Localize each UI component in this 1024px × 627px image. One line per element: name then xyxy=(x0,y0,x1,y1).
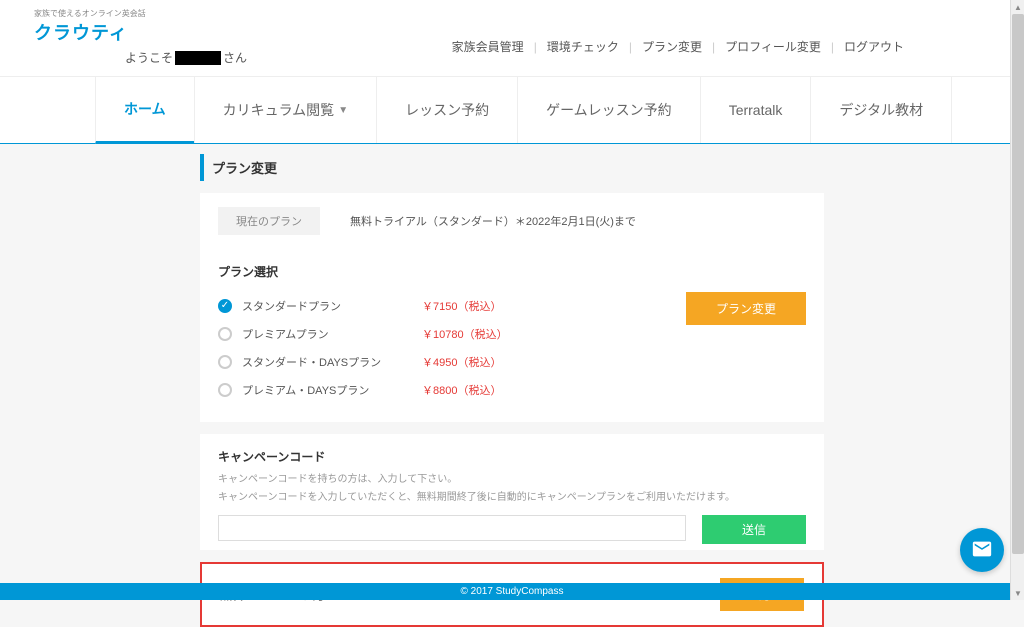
radio-checked-icon[interactable] xyxy=(218,299,232,313)
link-logout[interactable]: ログアウト xyxy=(834,38,914,55)
radio-icon[interactable] xyxy=(218,383,232,397)
campaign-note-2: キャンペーンコードを入力していただくと、無料期間終了後に自動的にキャンペーンプラ… xyxy=(218,489,806,507)
tab-label: ゲームレッスン予約 xyxy=(546,100,672,120)
campaign-submit-button[interactable]: 送信 xyxy=(702,515,806,544)
logo-tagline: 家族で使えるオンライン英会話 xyxy=(34,8,146,19)
campaign-code-input[interactable] xyxy=(218,515,686,541)
chat-fab[interactable] xyxy=(960,528,1004,572)
topbar: 家族で使えるオンライン英会話 クラウティ ようこそ さん 家族会員管理| 環境チ… xyxy=(0,0,1024,66)
plan-option-premium[interactable]: プレミアムプラン ￥10780（税込） xyxy=(218,320,686,348)
campaign-heading: キャンペーンコード xyxy=(218,448,806,465)
plan-name: スタンダード・DAYSプラン xyxy=(242,354,412,370)
tab-digital-materials[interactable]: デジタル教材 xyxy=(810,77,952,143)
link-profile-edit[interactable]: プロフィール変更 xyxy=(715,38,831,55)
plan-list: スタンダードプラン ￥7150（税込） プレミアムプラン ￥10780（税込） … xyxy=(218,292,686,404)
tab-game-lesson[interactable]: ゲームレッスン予約 xyxy=(517,77,700,143)
plan-name: プレミアムプラン xyxy=(242,326,412,342)
tab-lesson-reserve[interactable]: レッスン予約 xyxy=(376,77,517,143)
link-plan-change[interactable]: プラン変更 xyxy=(632,38,712,55)
scroll-up-icon[interactable]: ▲ xyxy=(1011,0,1024,14)
logo-area: 家族で使えるオンライン英会話 クラウティ ようこそ さん xyxy=(30,8,247,66)
link-family-management[interactable]: 家族会員管理 xyxy=(442,38,534,55)
plan-price: ￥8800（税込） xyxy=(422,382,501,398)
tab-label: Terratalk xyxy=(729,102,783,118)
current-plan-text: 無料トライアル（スタンダード）＊2022年2月1日(火)まで xyxy=(350,213,636,229)
scroll-thumb[interactable] xyxy=(1012,14,1024,554)
current-plan-row: 現在のプラン 無料トライアル（スタンダード）＊2022年2月1日(火)まで xyxy=(218,207,806,235)
change-plan-button[interactable]: プラン変更 xyxy=(686,292,806,325)
footer: © 2017 StudyCompass xyxy=(0,583,1024,600)
chevron-down-icon: ▼ xyxy=(338,105,348,116)
plan-price: ￥10780（税込） xyxy=(422,326,508,342)
tab-curriculum[interactable]: カリキュラム閲覧▼ xyxy=(194,77,377,143)
logo[interactable]: 家族で使えるオンライン英会話 クラウティ xyxy=(30,8,247,45)
mail-icon xyxy=(971,538,993,563)
main-tabs: ホーム カリキュラム閲覧▼ レッスン予約 ゲームレッスン予約 Terratalk… xyxy=(0,76,1024,144)
content-area: プラン変更 現在のプラン 無料トライアル（スタンダード）＊2022年2月1日(火… xyxy=(0,144,1024,627)
campaign-panel: キャンペーンコード キャンペーンコードを持ちの方は、入力して下さい。 キャンペー… xyxy=(200,434,824,550)
plan-name: スタンダードプラン xyxy=(242,298,412,314)
plan-option-premium-days[interactable]: プレミアム・DAYSプラン ￥8800（税込） xyxy=(218,376,686,404)
greeting-suffix: さん xyxy=(223,49,247,66)
tab-home[interactable]: ホーム xyxy=(95,77,194,144)
greeting-prefix: ようこそ xyxy=(125,49,173,66)
user-name-redacted xyxy=(175,51,221,65)
current-plan-badge: 現在のプラン xyxy=(218,207,320,235)
greeting: ようこそ さん xyxy=(30,49,247,66)
top-links: 家族会員管理| 環境チェック| プラン変更| プロフィール変更| ログアウト xyxy=(442,38,1024,55)
tab-label: デジタル教材 xyxy=(839,100,923,120)
tab-label: ホーム xyxy=(124,99,166,119)
tab-terratalk[interactable]: Terratalk xyxy=(700,77,811,143)
plan-option-standard[interactable]: スタンダードプラン ￥7150（税込） xyxy=(218,292,686,320)
page-title: プラン変更 xyxy=(200,154,1024,181)
radio-icon[interactable] xyxy=(218,327,232,341)
vertical-scrollbar[interactable]: ▲ ▼ xyxy=(1010,0,1024,600)
plan-name: プレミアム・DAYSプラン xyxy=(242,382,412,398)
plan-select-heading: プラン選択 xyxy=(218,263,806,280)
plan-option-standard-days[interactable]: スタンダード・DAYSプラン ￥4950（税込） xyxy=(218,348,686,376)
tab-label: レッスン予約 xyxy=(405,100,489,120)
scroll-down-icon[interactable]: ▼ xyxy=(1011,586,1024,600)
campaign-note-1: キャンペーンコードを持ちの方は、入力して下さい。 xyxy=(218,471,806,489)
plan-price: ￥7150（税込） xyxy=(422,298,501,314)
link-env-check[interactable]: 環境チェック xyxy=(537,38,629,55)
plan-panel: 現在のプラン 無料トライアル（スタンダード）＊2022年2月1日(火)まで プラ… xyxy=(200,193,824,422)
plan-price: ￥4950（税込） xyxy=(422,354,501,370)
radio-icon[interactable] xyxy=(218,355,232,369)
tab-label: カリキュラム閲覧 xyxy=(223,100,335,120)
logo-brand: クラウティ xyxy=(34,19,146,45)
